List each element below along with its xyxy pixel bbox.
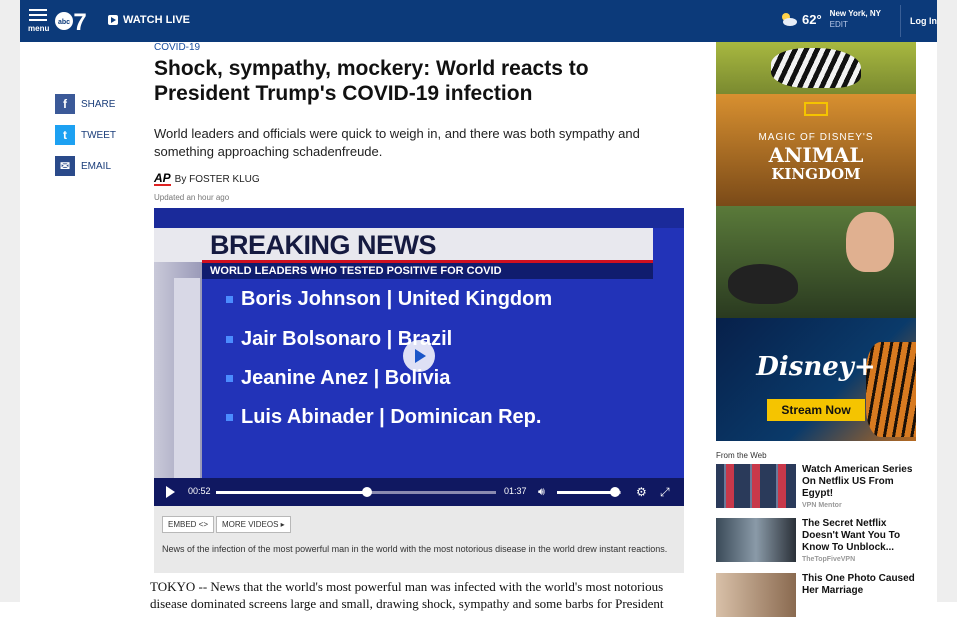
top-nav-bar: menu abc 7 WATCH LIVE 62° New York, NY E… — [20, 0, 937, 42]
video-play-overlay-icon[interactable] — [403, 340, 435, 372]
bullet-icon — [226, 375, 233, 382]
leader-name: Luis Abinader | Dominican Rep. — [241, 406, 542, 428]
right-page-gutter — [937, 0, 957, 602]
hornbill-image — [728, 264, 798, 304]
article-headline: Shock, sympathy, mockery: World reacts t… — [154, 57, 589, 105]
ad-title-animal: ANIMAL — [768, 143, 864, 167]
weather-widget[interactable]: 62° New York, NY EDIT — [778, 8, 881, 30]
seek-progress — [216, 491, 368, 494]
svg-text:abc: abc — [58, 19, 70, 26]
login-link[interactable]: Log In — [910, 16, 937, 26]
left-page-gutter — [0, 0, 20, 602]
share-email-button[interactable]: ✉ EMAIL — [55, 156, 111, 176]
duration: 01:37 — [504, 486, 527, 496]
byline: AP By FOSTER KLUG — [154, 172, 260, 186]
video-footer: EMBED <> MORE VIDEOS ▸ News of the infec… — [154, 506, 684, 573]
zebra-image — [771, 48, 861, 88]
bullet-icon — [226, 296, 233, 303]
leader-list-item: Boris Johnson | United Kingdom — [226, 288, 552, 311]
settings-gear-icon[interactable]: ⚙ — [636, 485, 647, 499]
menu-button[interactable]: menu — [28, 6, 50, 38]
volume-handle[interactable] — [609, 487, 620, 497]
fullscreen-icon[interactable]: ⤢ — [660, 485, 670, 500]
breaking-news-title: BREAKING NEWS — [210, 230, 437, 260]
recommendations-heading: From the Web — [716, 451, 767, 460]
seek-slider[interactable] — [216, 487, 496, 497]
disney-plus-ad[interactable]: MAGIC OF DISNEY'S ANIMAL KINGDOM Disney+… — [716, 42, 916, 441]
bullet-icon — [226, 414, 233, 421]
weather-city: New York, NY — [829, 9, 881, 18]
national-geographic-logo — [804, 102, 828, 116]
nav-divider — [900, 5, 901, 37]
svg-text:7: 7 — [73, 9, 86, 34]
video-controls-bar: 00:52 01:37 🔊︎ ⚙ ⤢ — [154, 478, 684, 506]
watch-live-label: WATCH LIVE — [123, 14, 191, 26]
email-label: EMAIL — [81, 160, 112, 172]
breaking-news-subtitle: WORLD LEADERS WHO TESTED POSITIVE FOR CO… — [210, 265, 502, 277]
share-twitter-button[interactable]: t TWEET — [55, 125, 116, 145]
article-dek: World leaders and officials were quick t… — [154, 126, 640, 159]
seek-handle[interactable] — [362, 487, 373, 497]
recommendation-thumbnail — [716, 573, 796, 617]
zookeeper-image — [846, 212, 894, 272]
recommendation-item[interactable]: Watch American Series On Netflix US From… — [716, 464, 916, 510]
volume-level — [557, 491, 615, 494]
weather-edit-link[interactable]: EDIT — [830, 19, 881, 30]
recommendation-thumbnail — [716, 518, 796, 562]
ap-logo: AP — [154, 171, 171, 186]
volume-slider[interactable] — [557, 487, 621, 497]
partly-cloudy-icon — [782, 13, 797, 26]
byline-author: By FOSTER KLUG — [174, 173, 260, 185]
weather-temp: 62° — [802, 11, 822, 27]
share-label: SHARE — [81, 98, 116, 110]
recommendation-item[interactable]: The Secret Netflix Doesn't Want You To K… — [716, 518, 916, 564]
email-icon: ✉ — [55, 156, 75, 176]
recommendation-title: Watch American Series On Netflix US From… — [802, 464, 913, 499]
play-icon[interactable] — [166, 486, 175, 498]
recommendation-source: TheTopFiveVPN — [802, 556, 856, 563]
updated-timestamp: Updated an hour ago — [154, 193, 230, 202]
current-time: 00:52 — [188, 486, 211, 496]
watch-live-link[interactable]: WATCH LIVE — [108, 14, 190, 26]
leader-list-item: Luis Abinader | Dominican Rep. — [226, 406, 541, 429]
live-play-icon — [108, 15, 118, 25]
stream-now-button[interactable]: Stream Now — [767, 399, 865, 421]
video-caption: News of the infection of the most powerf… — [162, 544, 668, 554]
abc7-logo[interactable]: abc 7 — [54, 8, 88, 34]
more-videos-button[interactable]: MORE VIDEOS ▸ — [216, 516, 291, 533]
video-player[interactable]: BREAKING NEWS WORLD LEADERS WHO TESTED P… — [154, 208, 684, 506]
ad-title-kingdom: KINGDOM — [771, 165, 861, 183]
recommendation-title: The Secret Netflix Doesn't Want You To K… — [802, 518, 901, 553]
twitter-icon: t — [55, 125, 75, 145]
article-category-link[interactable]: COVID-19 — [154, 42, 200, 53]
recommendation-thumbnail — [716, 464, 796, 508]
facebook-icon: f — [55, 94, 75, 114]
recommendation-item[interactable]: This One Photo Caused Her Marriage — [716, 573, 916, 619]
recommendation-source: VPN Mentor — [802, 502, 842, 509]
leader-name: Boris Johnson | United Kingdom — [241, 288, 553, 310]
recommendation-title: This One Photo Caused Her Marriage — [802, 573, 915, 596]
embed-button[interactable]: EMBED <> — [162, 516, 215, 533]
hamburger-icon — [29, 9, 47, 11]
tweet-label: TWEET — [81, 129, 116, 141]
bullet-icon — [226, 336, 233, 343]
weather-location: New York, NY EDIT — [830, 8, 881, 30]
disney-plus-logo: Disney+ — [756, 352, 876, 382]
article-body-paragraph: TOKYO -- News that the world's most powe… — [150, 579, 664, 611]
menu-label: menu — [28, 24, 50, 33]
volume-icon[interactable]: 🔊︎ — [538, 486, 545, 499]
share-facebook-button[interactable]: f SHARE — [55, 94, 115, 114]
ad-tagline: MAGIC OF DISNEY'S — [758, 132, 874, 143]
